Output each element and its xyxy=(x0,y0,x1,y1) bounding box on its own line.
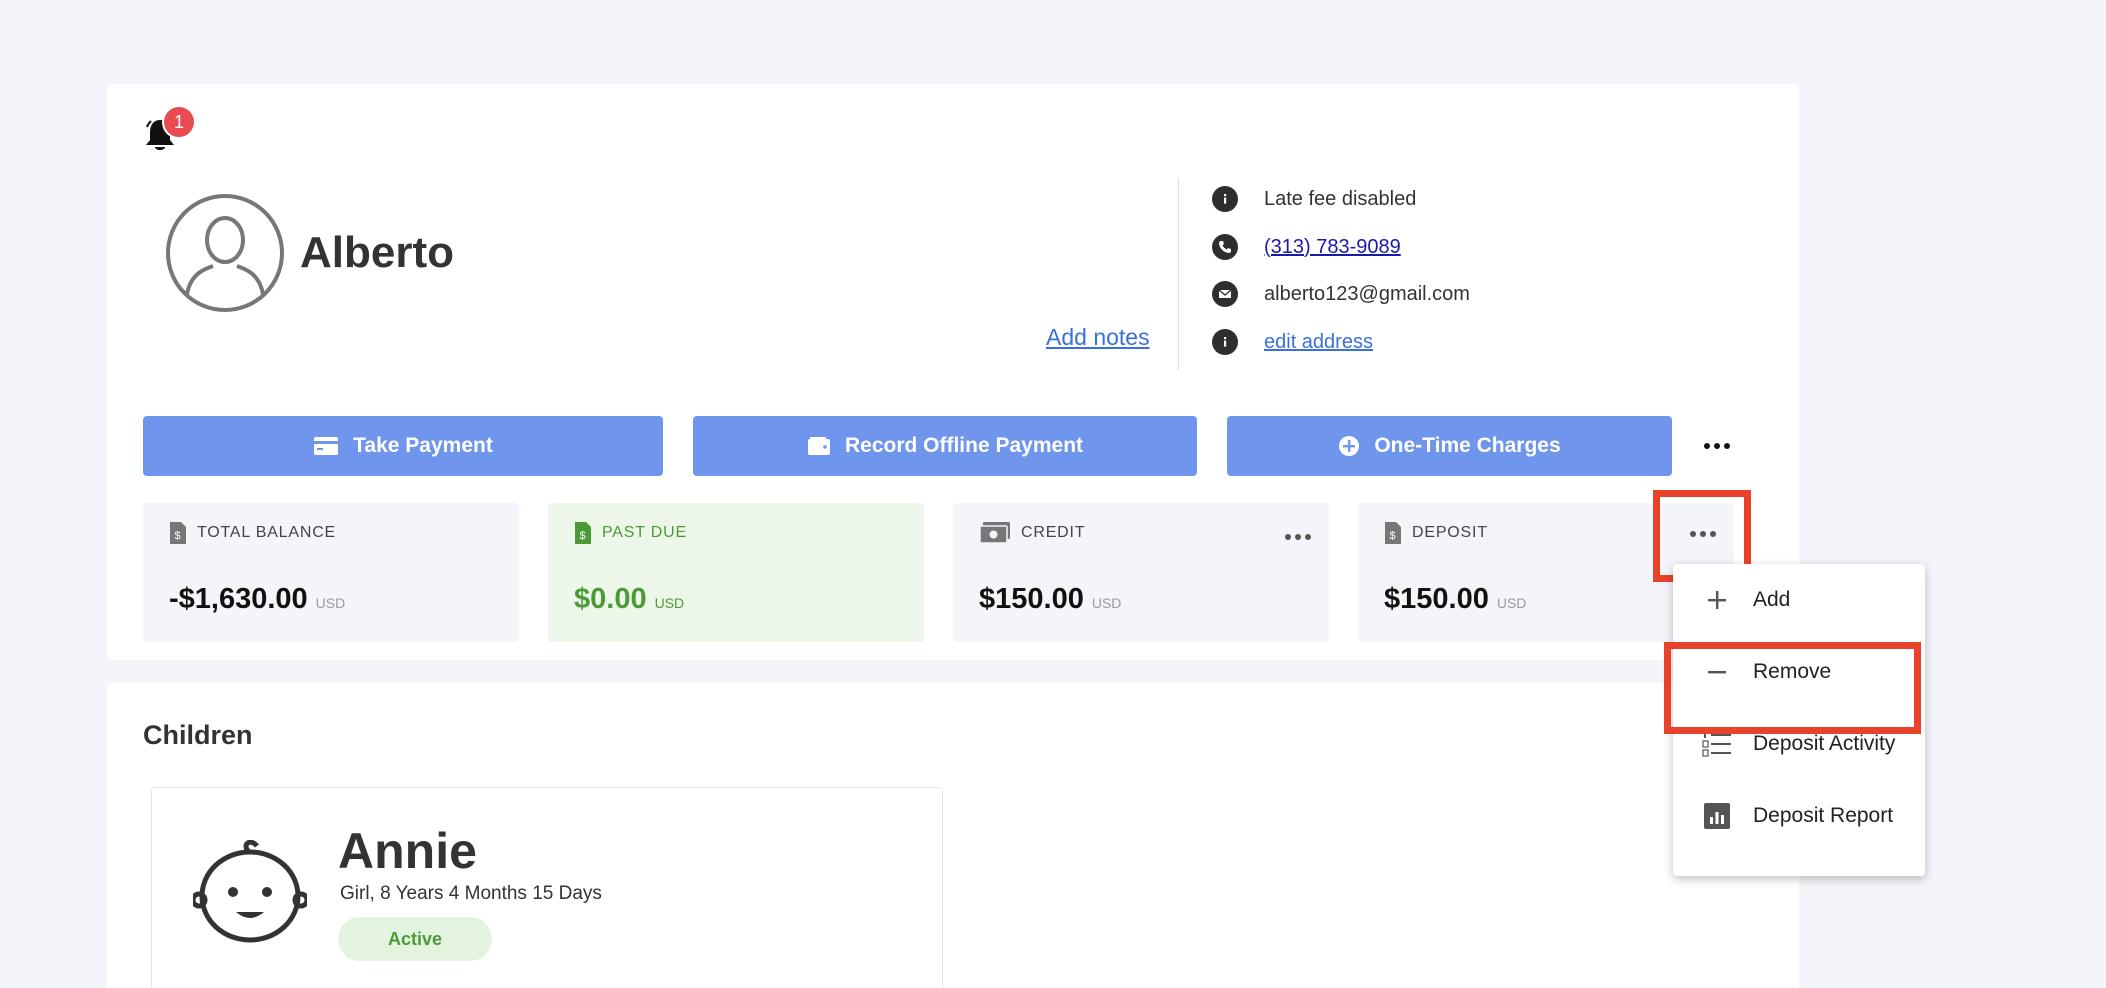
credit-more-button[interactable] xyxy=(1285,534,1311,540)
credit-card: CREDIT $150.00 USD xyxy=(953,503,1329,642)
currency-label: USD xyxy=(654,595,685,611)
info-icon xyxy=(1212,329,1238,355)
phone-link[interactable]: (313) 783-9089 xyxy=(1264,236,1401,259)
past-due-label: PAST DUE xyxy=(602,524,687,541)
child-details: Girl, 8 Years 4 Months 15 Days xyxy=(340,883,602,904)
status-badge: Active xyxy=(338,917,492,961)
total-balance-amount: -$1,630.00 xyxy=(169,583,308,615)
menu-item-label: Add xyxy=(1753,588,1791,611)
bar-chart-icon xyxy=(1699,798,1735,834)
currency-label: USD xyxy=(1496,595,1527,611)
edit-address-link[interactable]: edit address xyxy=(1264,331,1373,354)
menu-item-deposit-report[interactable]: Deposit Report xyxy=(1673,780,1925,852)
total-balance-label: TOTAL BALANCE xyxy=(197,524,337,541)
one-time-charges-label: One-Time Charges xyxy=(1374,434,1561,457)
more-actions-button[interactable] xyxy=(1704,443,1730,449)
menu-item-label: Deposit Report xyxy=(1753,804,1894,827)
invoice-icon: $ xyxy=(1385,522,1401,544)
credit-label: CREDIT xyxy=(1021,524,1086,541)
phone-icon xyxy=(1212,234,1238,260)
children-section-title: Children xyxy=(143,720,253,750)
currency-label: USD xyxy=(1091,595,1122,611)
deposit-amount: $150.00 xyxy=(1384,583,1489,615)
invoice-icon: $ xyxy=(170,522,186,544)
record-offline-payment-label: Record Offline Payment xyxy=(844,434,1084,457)
total-balance-card: $ TOTAL BALANCE -$1,630.00 USD xyxy=(143,503,519,642)
take-payment-button[interactable]: Take Payment xyxy=(143,416,663,476)
deposit-label: DEPOSIT xyxy=(1412,524,1488,541)
profile-name: Alberto xyxy=(300,228,454,277)
invoice-icon: $ xyxy=(575,522,591,544)
past-due-card: $ PAST DUE $0.00 USD xyxy=(548,503,924,642)
record-offline-payment-button[interactable]: Record Offline Payment xyxy=(693,416,1197,476)
baby-face-icon xyxy=(190,839,310,944)
credit-card-icon xyxy=(314,437,339,455)
child-name: Annie xyxy=(338,823,477,879)
envelope-icon xyxy=(1212,281,1238,307)
one-time-charges-button[interactable]: One-Time Charges xyxy=(1227,416,1672,476)
menu-item-add[interactable]: Add xyxy=(1673,564,1925,636)
late-fee-status: Late fee disabled xyxy=(1264,187,1417,210)
address-row: edit address xyxy=(1212,327,1373,357)
plus-circle-icon xyxy=(1339,436,1360,456)
divider xyxy=(1178,178,1179,370)
email-row: alberto123@gmail.com xyxy=(1212,279,1470,309)
info-icon xyxy=(1212,186,1238,212)
wallet-icon xyxy=(807,437,830,455)
email-text: alberto123@gmail.com xyxy=(1264,282,1470,305)
svg-text:$: $ xyxy=(175,530,182,542)
currency-label: USD xyxy=(315,595,346,611)
past-due-amount: $0.00 xyxy=(574,583,647,615)
add-notes-link[interactable]: Add notes xyxy=(1046,324,1150,351)
take-payment-label: Take Payment xyxy=(353,434,493,457)
remove-item-highlight xyxy=(1664,642,1921,734)
credit-amount: $150.00 xyxy=(979,583,1084,615)
money-icon xyxy=(979,522,1010,544)
plus-icon xyxy=(1699,582,1735,618)
late-fee-row: Late fee disabled xyxy=(1212,184,1416,214)
menu-item-label: Deposit Activity xyxy=(1753,732,1896,755)
svg-text:$: $ xyxy=(1390,530,1397,542)
avatar xyxy=(165,193,285,313)
phone-row: (313) 783-9089 xyxy=(1212,232,1401,262)
svg-text:$: $ xyxy=(580,530,587,542)
notification-badge: 1 xyxy=(162,105,196,139)
